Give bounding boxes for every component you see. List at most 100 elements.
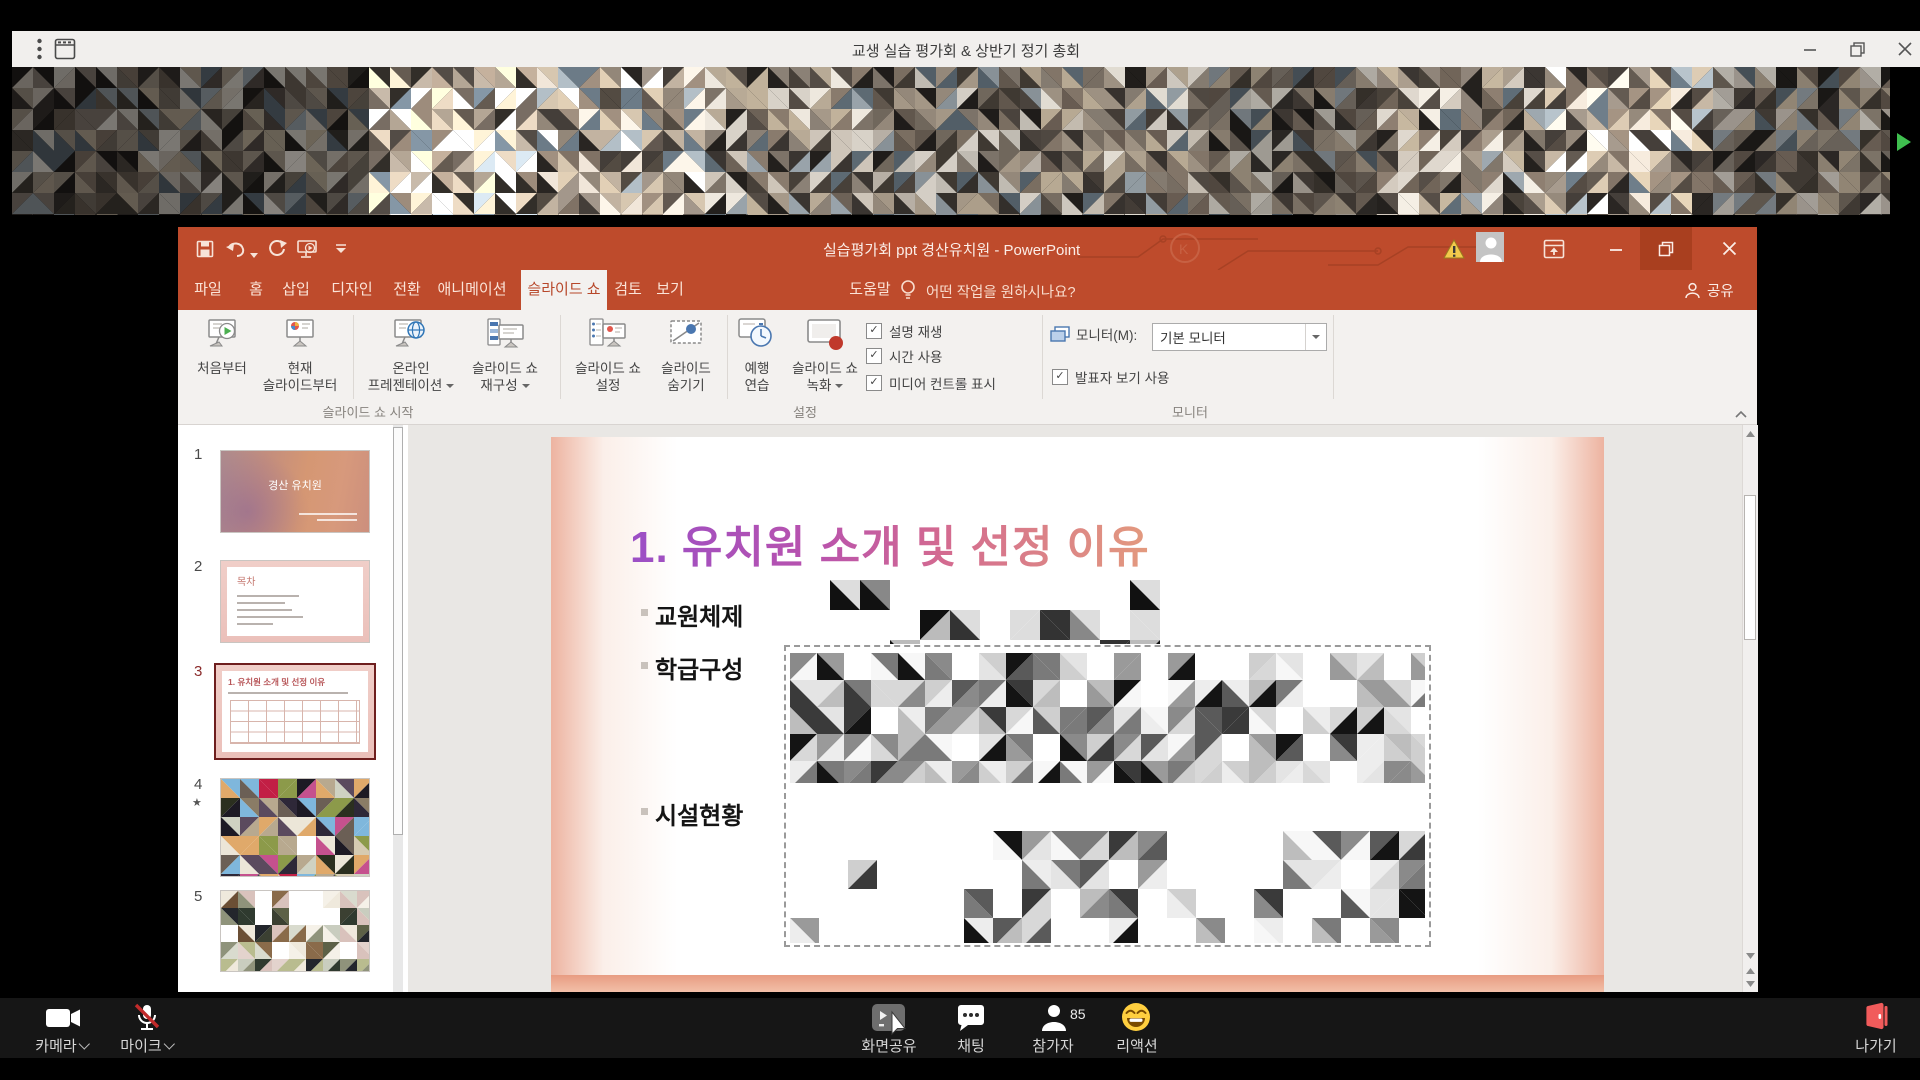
reactions-button[interactable]: 리액션 [1116,1035,1157,1056]
checkbox-checked-icon: ✓ [866,375,882,391]
ppt-restore-button[interactable] [1652,235,1680,262]
button-label: 슬라이드부터 [248,377,352,394]
tab-slideshow[interactable]: 슬라이드 쇼 [527,270,600,310]
tab-animations[interactable]: 애니메이션 [437,270,506,310]
main-scrollbar-thumb[interactable] [1744,495,1756,640]
chevron-down-icon[interactable] [164,1038,175,1049]
participants-icon[interactable] [1040,1003,1068,1036]
tab-home[interactable]: 홈 [249,270,263,310]
bullet-dot [641,808,648,815]
customize-quick-access-icon[interactable] [328,236,354,262]
tab-review[interactable]: 검토 [614,270,642,310]
share-button[interactable]: 공유 [1684,280,1734,301]
save-icon[interactable] [192,236,218,262]
leave-door-icon[interactable] [1864,1002,1890,1035]
slide-thumbnail-3-selected[interactable]: 1. 유치원 소개 및 선정 이유 [214,663,376,760]
ribbon-display-options-icon[interactable] [1540,235,1568,262]
scroll-down-icon[interactable] [1744,949,1757,963]
participants-button[interactable]: 참가자 [1032,1035,1073,1056]
redo-icon[interactable] [264,236,290,262]
monitor-icon [1050,326,1070,349]
from-current-slide-button[interactable]: 현재 슬라이드부터 [248,314,352,400]
slide-thumbnail-1[interactable]: 경산 유치원 [220,450,370,533]
select-dropdown-button[interactable] [1305,324,1326,350]
checkbox-use-timings[interactable]: ✓ 시간 사용 [866,346,942,366]
slide-thumbnail-2[interactable]: 목차 [220,560,370,643]
group-label-monitors: 모니터 [1172,402,1208,421]
monitor-select[interactable]: 기본 모니터 [1152,323,1327,351]
reaction-emoji-icon[interactable] [1121,1002,1151,1037]
undo-icon[interactable] [224,236,250,262]
thumbnail-table [230,700,360,744]
slide-number: 1 [194,446,202,463]
tab-insert[interactable]: 삽입 [282,270,310,310]
button-label: 슬라이드 쇼 [773,360,877,377]
ppt-close-button[interactable] [1715,235,1743,262]
undo-dropdown-icon[interactable] [250,246,258,264]
scroll-up-icon[interactable] [1744,427,1757,441]
powerpoint-window: K 실습평가회 ppt 경산유치원 - PowerPoint [178,227,1757,992]
record-slideshow-button[interactable]: 슬라이드 쇼 녹화 [773,314,877,400]
start-slideshow-icon[interactable] [294,236,320,262]
window-minimize-button[interactable] [1797,37,1823,61]
panel-scrollbar-thumb[interactable] [393,427,403,835]
chevron-down-icon[interactable] [79,1038,90,1049]
checkbox-use-presenter-view[interactable]: ✓ 발표자 보기 사용 [1052,367,1169,387]
checkbox-checked-icon: ✓ [866,323,882,339]
user-avatar[interactable] [1476,233,1504,260]
checkbox-checked-icon: ✓ [1052,369,1068,385]
animation-star-icon[interactable]: ★ [192,796,202,809]
share-label: 공유 [1707,280,1734,301]
censored-text-region [830,580,1262,644]
slide-bullet-1[interactable]: 교원체제 [655,597,743,632]
chat-icon[interactable] [956,1004,986,1037]
window-restore-button[interactable] [1844,37,1870,61]
next-slide-icon[interactable] [1744,977,1757,991]
tab-help[interactable]: 도움말 [849,270,890,310]
custom-slideshow-button[interactable]: 슬라이드 쇼 재구성 [453,314,557,400]
camera-icon[interactable] [44,1006,82,1035]
leave-button[interactable]: 나가기 [1855,1035,1896,1056]
tab-view[interactable]: 보기 [656,270,684,310]
participants-label: 참가자 [1032,1035,1073,1056]
thumbnail-title: 목차 [237,573,255,588]
mic-muted-icon[interactable] [130,1003,164,1038]
main-scrollbar[interactable] [1742,425,1758,992]
button-label: 녹화 [807,378,832,393]
previous-slide-icon[interactable] [1744,964,1757,978]
slide-thumbnail-5[interactable] [220,890,370,972]
tell-me-search-input[interactable]: 어떤 작업을 원하시나요? [926,281,1076,302]
checkbox-show-media-controls[interactable]: ✓ 미디어 컨트롤 표시 [866,373,996,393]
collapse-ribbon-icon[interactable] [1734,406,1748,424]
tab-file[interactable]: 파일 [194,270,222,310]
monitor-label: 모니터(M): [1076,327,1137,344]
tab-design[interactable]: 디자인 [331,270,372,310]
slide-bullet-2[interactable]: 학급구성 [655,650,743,685]
camera-button[interactable]: 카메라 [35,1035,88,1056]
checkbox-label: 시간 사용 [889,346,942,366]
ppt-titlebar: K 실습평가회 ppt 경산유치원 - PowerPoint [178,227,1757,270]
warning-icon[interactable] [1440,235,1468,262]
window-close-button[interactable] [1892,37,1918,61]
slide-thumbnail-4[interactable] [220,778,370,877]
censored-table-region [790,831,1425,943]
ppt-minimize-button[interactable] [1602,235,1630,262]
tab-transitions[interactable]: 전환 [393,270,421,310]
mic-button[interactable]: 마이크 [120,1035,173,1056]
slide-bullet-3[interactable]: 시설현황 [655,796,743,831]
filmstrip-next-icon[interactable] [1895,131,1913,158]
online-presentation-button[interactable]: 온라인 프레젠테이션 [359,314,463,400]
chat-label: 채팅 [957,1035,985,1056]
meeting-window-titlebar: 교생 실습 평가회 & 상반기 정기 총회 [12,31,1920,67]
panel-scrollbar[interactable] [393,425,403,992]
censored-thumbnail-content [221,779,369,876]
slide-title[interactable]: 1. 유치원 소개 및 선정 이유 [630,511,1150,575]
screen-share-button[interactable]: 화면공유 [861,1035,916,1056]
thumbnail-title: 경산 유치원 [221,477,369,493]
ppt-ribbon-tabs: 파일 홈 삽입 디자인 전환 애니메이션 슬라이드 쇼 검토 보기 도움말 어떤… [178,270,1757,310]
chat-button[interactable]: 채팅 [957,1035,985,1056]
checkbox-label: 미디어 컨트롤 표시 [889,373,996,393]
button-label: 온라인 [359,360,463,377]
checkbox-play-narrations[interactable]: ✓ 설명 재생 [866,321,942,341]
checkbox-label: 발표자 보기 사용 [1075,367,1169,387]
